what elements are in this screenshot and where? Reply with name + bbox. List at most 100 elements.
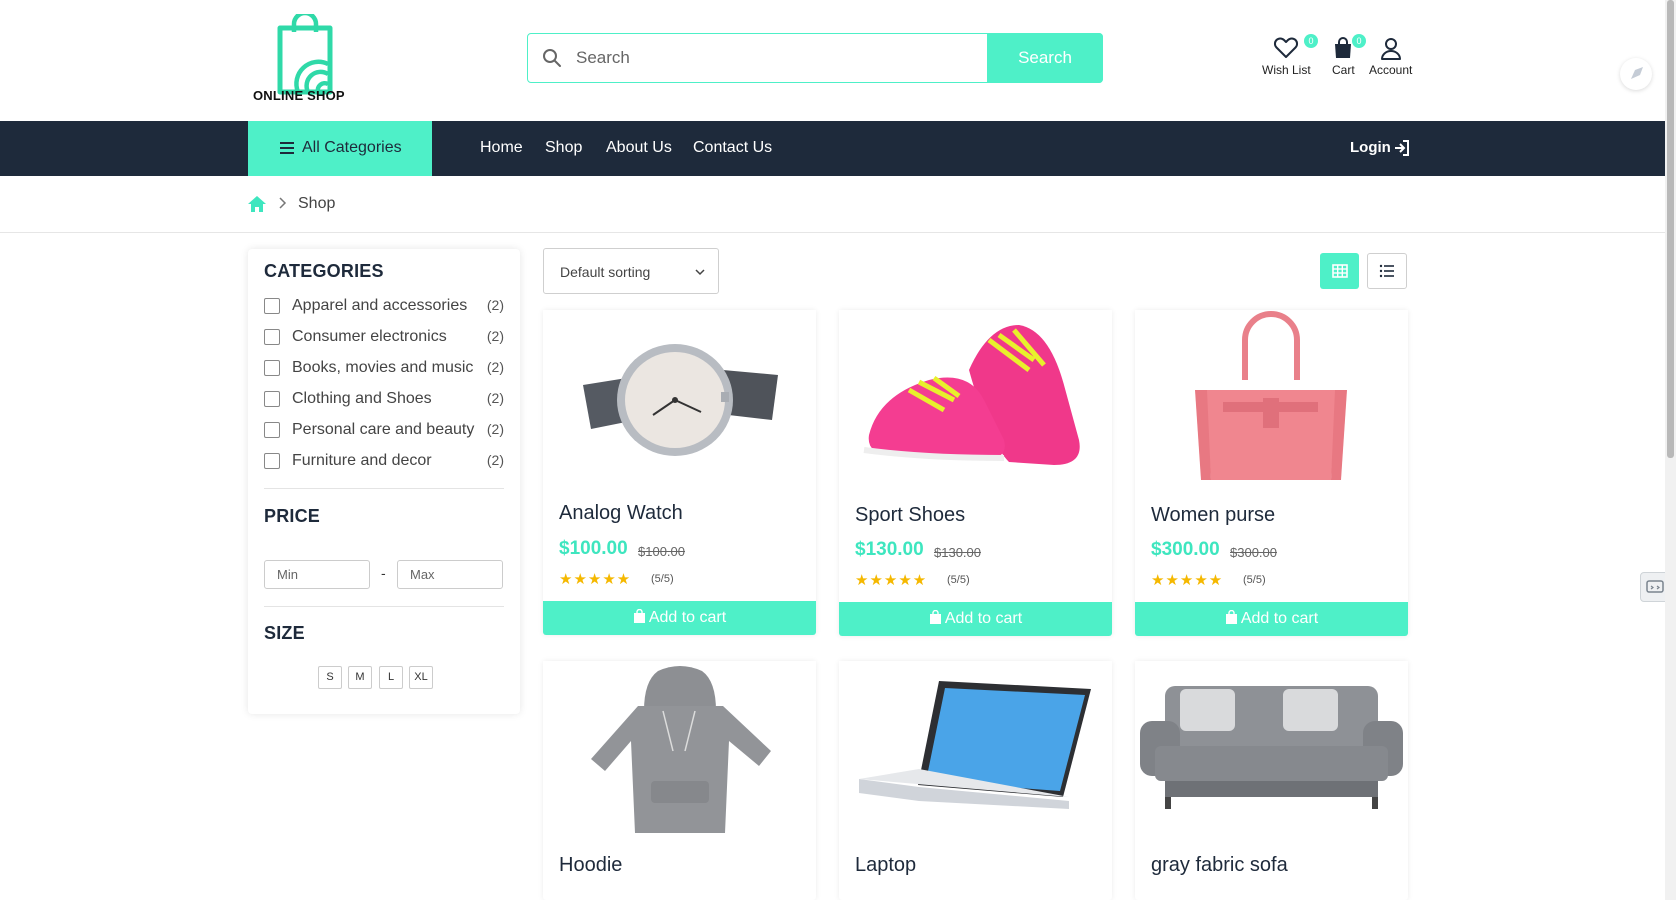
scrollbar-thumb[interactable]	[1667, 0, 1674, 458]
category-label: Apparel and accessories	[292, 297, 468, 314]
list-view-button[interactable]	[1367, 253, 1407, 289]
search-icon	[543, 49, 561, 67]
shopping-bag-icon	[633, 609, 645, 623]
category-checkbox[interactable]	[264, 329, 280, 345]
brand-name[interactable]: ONLINE SHOP	[253, 88, 345, 103]
heart-icon	[1274, 37, 1299, 58]
product-card[interactable]: Hoodie	[543, 661, 816, 900]
product-old-price: $300.00	[1230, 545, 1277, 560]
category-item[interactable]: Personal care and beauty (2)	[264, 420, 504, 442]
breadcrumb-current: Shop	[298, 195, 336, 212]
divider	[264, 606, 504, 607]
home-icon[interactable]	[247, 195, 267, 213]
add-to-cart-button[interactable]: Add to cart	[543, 601, 816, 635]
price-min-input[interactable]	[264, 560, 370, 589]
cart-link[interactable]: 0 Cart	[1332, 34, 1366, 77]
account-link[interactable]: Account	[1369, 36, 1412, 77]
all-categories-button[interactable]: All Categories	[248, 121, 432, 176]
add-to-cart-label: Add to cart	[944, 610, 1023, 627]
chevron-down-icon	[695, 269, 705, 276]
category-checkbox[interactable]	[264, 391, 280, 407]
rating-stars-icon: ★★★★★	[1151, 572, 1224, 589]
hoodie-image[interactable]	[543, 661, 816, 839]
nav-shop-link[interactable]: Shop	[545, 139, 582, 157]
rating-text: (5/5)	[651, 573, 674, 585]
size-option-xl[interactable]: XL	[409, 666, 433, 689]
wishlist-link[interactable]: 0 Wish List	[1262, 34, 1318, 77]
laptop-image[interactable]	[839, 661, 1112, 839]
rating-text: (5/5)	[947, 574, 970, 586]
category-checkbox[interactable]	[264, 360, 280, 376]
list-icon	[1379, 264, 1394, 278]
gray-fabric-sofa-image[interactable]	[1135, 661, 1408, 839]
size-option-l[interactable]: L	[379, 666, 403, 689]
product-price: $300.00	[1151, 539, 1220, 560]
sport-shoes-image[interactable]	[839, 310, 1112, 488]
search-input[interactable]	[576, 34, 1006, 81]
shopping-bag-icon	[1225, 610, 1237, 624]
floating-action-button[interactable]	[1620, 58, 1652, 90]
main-nav: All Categories Home Shop About Us Contac…	[0, 121, 1665, 176]
category-count: (2)	[486, 297, 504, 313]
category-item[interactable]: Books, movies and music (2)	[264, 358, 504, 380]
rating-stars-icon: ★★★★★	[855, 572, 928, 589]
add-to-cart-button[interactable]: Add to cart	[839, 602, 1112, 636]
category-count: (2)	[486, 390, 504, 406]
cart-label: Cart	[1332, 63, 1355, 77]
product-name[interactable]: Laptop	[855, 854, 916, 877]
rating-stars-icon: ★★★★★	[559, 571, 632, 588]
login-icon[interactable]	[1393, 139, 1411, 157]
product-card[interactable]: gray fabric sofa	[1135, 661, 1408, 900]
grid-view-button[interactable]	[1320, 253, 1359, 289]
category-checkbox[interactable]	[264, 453, 280, 469]
wishlist-count-badge: 0	[1304, 34, 1318, 48]
category-item[interactable]: Apparel and accessories (2)	[264, 296, 504, 318]
product-name[interactable]: Women purse	[1151, 504, 1275, 527]
categories-title: CATEGORIES	[264, 261, 384, 281]
category-label: Personal care and beauty	[292, 421, 475, 438]
product-name[interactable]: Hoodie	[559, 854, 622, 877]
category-label: Clothing and Shoes	[292, 390, 432, 407]
category-checkbox[interactable]	[264, 298, 280, 314]
rating-text: (5/5)	[1243, 574, 1266, 586]
rocket-icon	[1631, 67, 1643, 79]
sort-select[interactable]: Default sorting	[543, 248, 719, 294]
product-price: $130.00	[855, 539, 924, 560]
hamburger-menu-icon	[280, 142, 294, 154]
product-name[interactable]: Analog Watch	[559, 502, 683, 525]
size-title: SIZE	[264, 623, 305, 643]
search-bar: Search	[527, 32, 1103, 83]
price-max-input[interactable]	[397, 560, 503, 589]
product-card[interactable]: Sport Shoes $130.00 $130.00 ★★★★★ (5/5) …	[839, 310, 1112, 636]
add-to-cart-button[interactable]: Add to cart	[1135, 602, 1408, 636]
category-count: (2)	[486, 452, 504, 468]
product-card[interactable]: Women purse $300.00 $300.00 ★★★★★ (5/5) …	[1135, 310, 1408, 636]
category-checkbox[interactable]	[264, 422, 280, 438]
product-name[interactable]: gray fabric sofa	[1151, 854, 1288, 877]
add-to-cart-label: Add to cart	[1240, 610, 1319, 627]
search-button[interactable]: Search	[987, 32, 1103, 83]
product-price: $100.00	[559, 538, 628, 559]
nav-home-link[interactable]: Home	[480, 139, 523, 157]
product-card[interactable]: Analog Watch $100.00 $100.00 ★★★★★ (5/5)…	[543, 310, 816, 635]
login-link[interactable]: Login	[1350, 139, 1391, 156]
size-option-s[interactable]: S	[318, 666, 342, 689]
category-item[interactable]: Consumer electronics (2)	[264, 327, 504, 349]
women-purse-image[interactable]	[1135, 310, 1408, 488]
nav-about-link[interactable]: About Us	[606, 139, 672, 157]
price-range-separator: -	[381, 565, 386, 581]
size-option-m[interactable]: M	[348, 666, 372, 689]
product-old-price: $130.00	[934, 545, 981, 560]
category-count: (2)	[486, 421, 504, 437]
product-name[interactable]: Sport Shoes	[855, 504, 965, 527]
price-title: PRICE	[264, 506, 321, 526]
category-item[interactable]: Furniture and decor (2)	[264, 451, 504, 473]
product-old-price: $100.00	[638, 544, 685, 559]
category-item[interactable]: Clothing and Shoes (2)	[264, 389, 504, 411]
product-card[interactable]: Laptop	[839, 661, 1112, 900]
category-count: (2)	[486, 359, 504, 375]
analog-watch-image[interactable]	[543, 310, 816, 488]
grid-icon	[1332, 264, 1348, 278]
nav-contact-link[interactable]: Contact Us	[693, 139, 772, 157]
all-categories-label: All Categories	[302, 139, 402, 156]
